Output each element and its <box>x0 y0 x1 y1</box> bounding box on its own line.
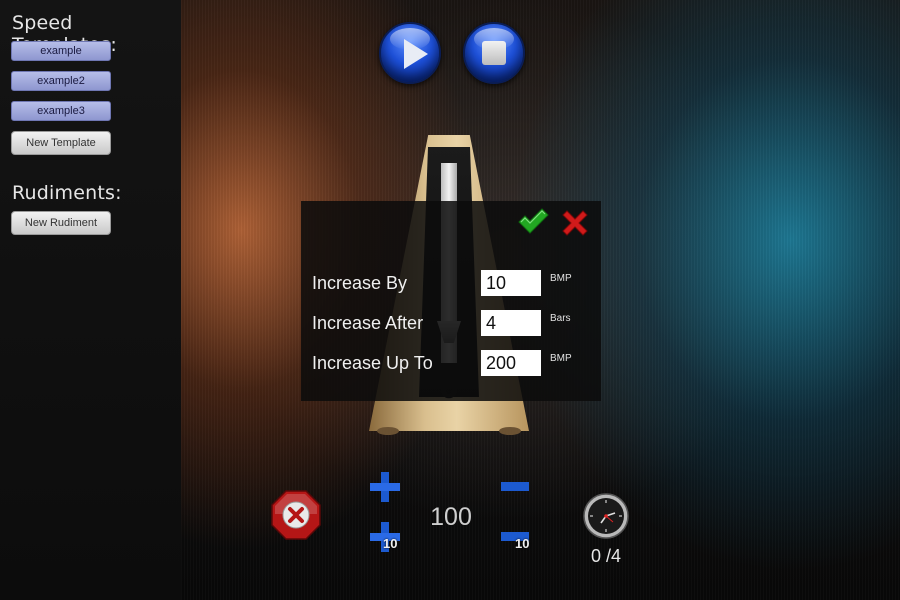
tempo-display: 100 <box>430 503 472 531</box>
metronome-foot-right <box>499 427 521 435</box>
increase-after-label: Increase After <box>312 313 424 333</box>
close-icon <box>282 501 310 529</box>
reset-button[interactable] <box>271 490 321 540</box>
increase-by-unit: BMP <box>550 273 572 284</box>
rudiments-title: Rudiments: <box>12 182 122 204</box>
increase-after-input[interactable] <box>481 310 541 336</box>
increase-up-to-unit: BMP <box>550 353 572 364</box>
clock-icon[interactable] <box>582 492 630 540</box>
increase-up-to-input[interactable] <box>481 350 541 376</box>
new-template-button[interactable]: New Template <box>11 131 111 155</box>
bar-counter: 0 /4 <box>590 546 622 566</box>
template-button-example2[interactable]: example2 <box>11 71 111 91</box>
template-button-example3[interactable]: example3 <box>11 101 111 121</box>
close-icon[interactable] <box>561 209 589 237</box>
template-button-example[interactable]: example <box>11 41 111 61</box>
new-rudiment-button[interactable]: New Rudiment <box>11 211 111 235</box>
increase-by-label: Increase By <box>312 273 408 293</box>
tempo-plus-button[interactable] <box>368 470 402 504</box>
metronome-foot-left <box>377 427 399 435</box>
increase-up-to-label: Increase Up To <box>312 353 433 373</box>
play-icon <box>404 39 428 69</box>
increase-after-unit: Bars <box>550 313 571 324</box>
increase-by-input[interactable] <box>481 270 541 296</box>
minus-step-value: 10 <box>515 536 530 551</box>
main-area: 0 Increase By BMP Increase After Bars In… <box>181 0 900 600</box>
check-icon[interactable] <box>517 207 549 235</box>
increase-dialog: Increase By BMP Increase After Bars Incr… <box>301 201 601 401</box>
sidebar: Speed Templates: example example2 exampl… <box>0 0 181 600</box>
stop-icon <box>482 41 506 65</box>
plus-step-value: 10 <box>383 536 398 551</box>
tempo-minus-button[interactable] <box>499 470 533 504</box>
stop-button[interactable] <box>463 22 525 84</box>
play-button[interactable] <box>379 22 441 84</box>
